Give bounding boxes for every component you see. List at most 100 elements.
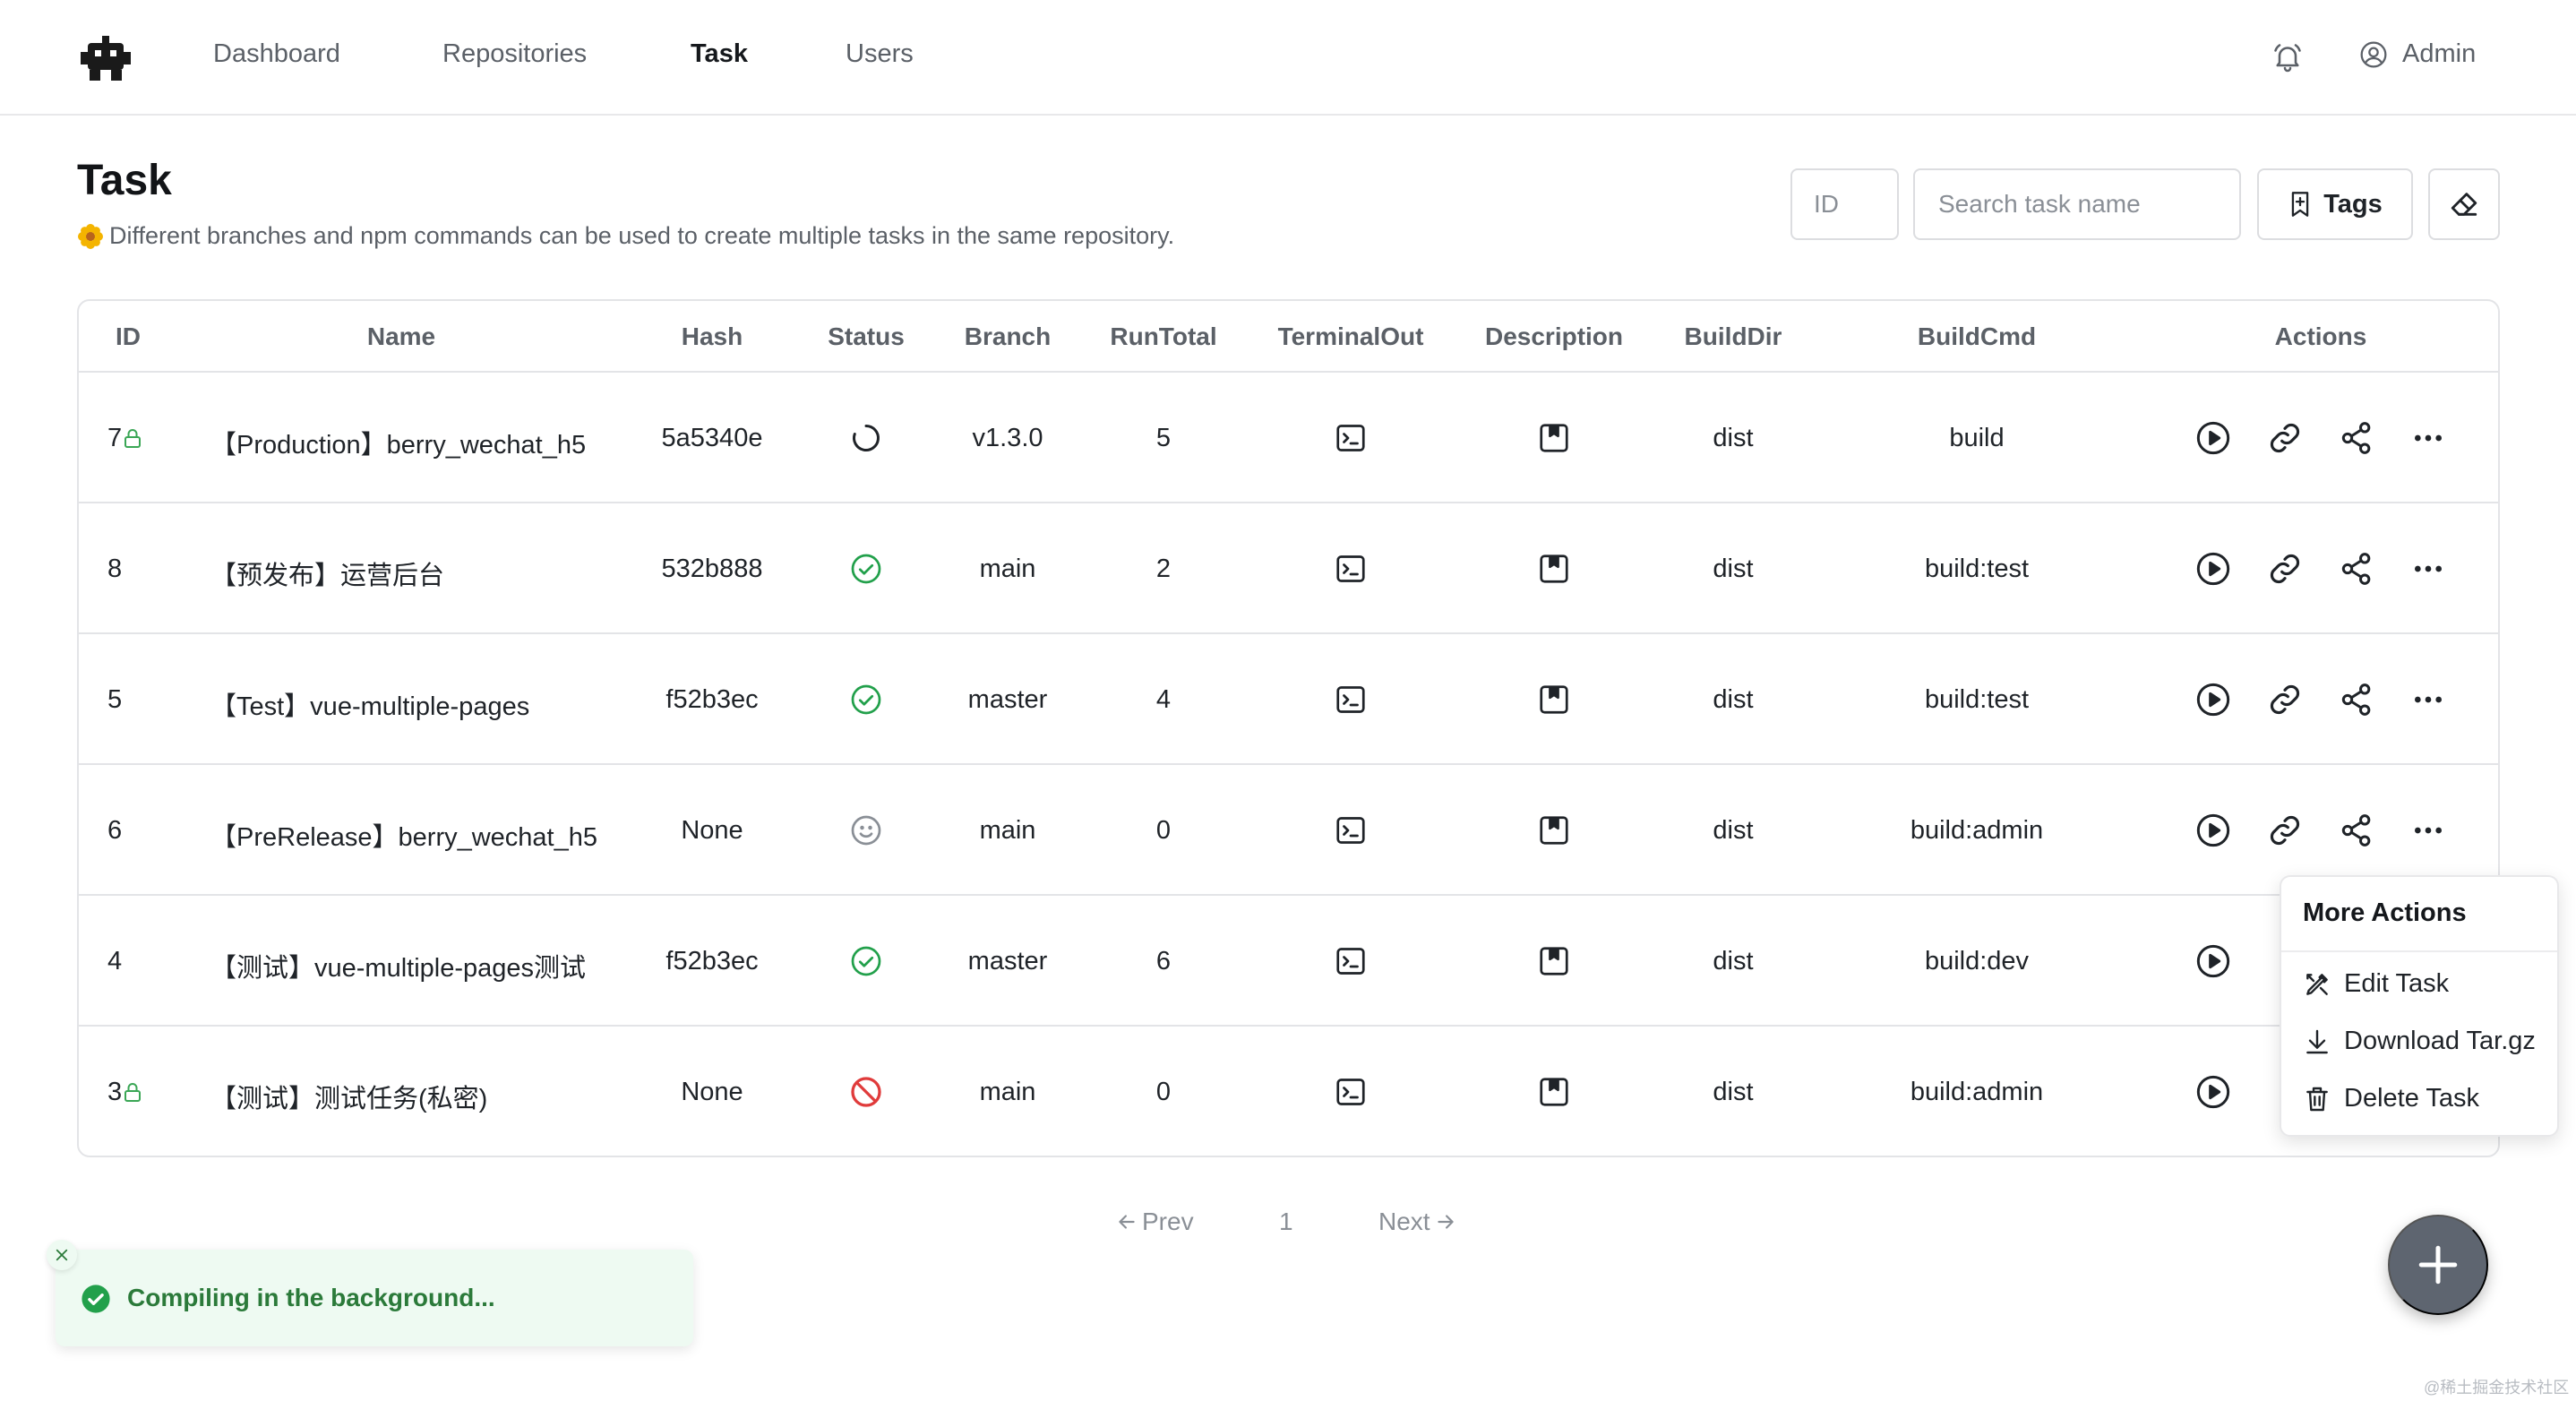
- run-task-button[interactable]: [2195, 1074, 2231, 1110]
- more-actions-button[interactable]: [2410, 551, 2446, 587]
- id-filter-input[interactable]: [1790, 168, 1899, 240]
- task-name[interactable]: 【Production】berry_wechat_h5: [210, 424, 586, 461]
- share-button[interactable]: [2339, 551, 2374, 587]
- status-indicator: [850, 553, 882, 585]
- more-actions-button[interactable]: [2410, 420, 2446, 456]
- col-hash: Hash: [681, 322, 743, 350]
- clear-filters-button[interactable]: [2428, 168, 2500, 240]
- run-task-button[interactable]: [2195, 943, 2231, 979]
- copy-link-button[interactable]: [2267, 551, 2303, 587]
- menu-item-download-tar[interactable]: Download Tar.gz: [2303, 1027, 2536, 1056]
- link-icon: [2270, 423, 2300, 453]
- page-subtitle: Different branches and npm commands can …: [77, 222, 1174, 250]
- flower-icon: [78, 223, 103, 249]
- copy-link-button[interactable]: [2267, 812, 2303, 848]
- add-task-button[interactable]: [2388, 1215, 2488, 1315]
- task-build-cmd: build:test: [1924, 554, 2030, 583]
- terminal-out-button[interactable]: [1335, 945, 1367, 977]
- task-build-dir: dist: [1713, 424, 1754, 452]
- link-icon: [2270, 554, 2300, 584]
- share-button[interactable]: [2339, 812, 2374, 848]
- next-page-button[interactable]: Next: [1378, 1208, 1457, 1236]
- task-build-dir: dist: [1713, 816, 1754, 845]
- page-number[interactable]: 1: [1279, 1208, 1293, 1236]
- task-name-search-input[interactable]: [1913, 168, 2241, 240]
- share-icon: [2341, 553, 2371, 585]
- task-name[interactable]: 【PreRelease】berry_wechat_h5: [210, 816, 597, 854]
- task-name[interactable]: 【预发布】运营后台: [210, 554, 444, 592]
- link-icon: [2270, 815, 2300, 846]
- terminal-out-button[interactable]: [1335, 683, 1367, 716]
- run-task-button[interactable]: [2195, 682, 2231, 718]
- tags-button[interactable]: Tags: [2257, 168, 2413, 240]
- table-row: 7 【Production】berry_wechat_h5 5a5340e v1.3.…: [79, 373, 2498, 503]
- toast-close-button[interactable]: [47, 1240, 77, 1270]
- task-branch: v1.3.0: [972, 424, 1043, 452]
- check-circle-icon: [851, 946, 881, 976]
- bookmark-box-icon: [1540, 816, 1568, 845]
- task-name[interactable]: 【测试】测试任务(私密): [210, 1078, 487, 1115]
- menu-item-edit-task[interactable]: Edit Task: [2303, 969, 2449, 999]
- more-horizontal-icon: [2415, 565, 2442, 572]
- robot-logo-icon[interactable]: [81, 36, 131, 81]
- terminal-out-button[interactable]: [1335, 814, 1367, 847]
- terminal-out-button[interactable]: [1335, 422, 1367, 454]
- bookmark-box-icon: [1540, 685, 1568, 714]
- menu-item-delete-task[interactable]: Delete Task: [2303, 1084, 2479, 1113]
- copy-link-button[interactable]: [2267, 420, 2303, 456]
- toast-notification: Compiling in the background...: [56, 1250, 693, 1346]
- task-id: 6: [107, 816, 123, 845]
- col-runtotal: RunTotal: [1110, 322, 1217, 350]
- more-actions-title: More Actions: [2303, 898, 2467, 927]
- task-hash: 5a5340e: [661, 424, 763, 452]
- bell-icon[interactable]: [2271, 41, 2304, 73]
- task-name[interactable]: 【测试】vue-multiple-pages测试: [210, 947, 586, 984]
- more-actions-button[interactable]: [2410, 812, 2446, 848]
- status-indicator: [850, 945, 882, 977]
- terminal-out-button[interactable]: [1335, 553, 1367, 585]
- terminal-out-button[interactable]: [1335, 1076, 1367, 1108]
- table-row: 8 【预发布】运营后台 532b888 main 2 dist build:test: [79, 503, 2498, 634]
- copy-link-button[interactable]: [2267, 682, 2303, 718]
- prev-page-button[interactable]: Prev: [1115, 1208, 1194, 1236]
- toast-message: Compiling in the background...: [127, 1284, 495, 1311]
- task-build-cmd: build:dev: [1924, 947, 2030, 976]
- share-button[interactable]: [2339, 682, 2374, 718]
- bookmark-box-icon: [1540, 1078, 1568, 1106]
- run-task-button[interactable]: [2195, 420, 2231, 456]
- nav-users[interactable]: Users: [846, 39, 914, 69]
- check-circle-icon: [82, 1285, 110, 1313]
- task-branch: main: [979, 816, 1036, 845]
- description-button[interactable]: [1538, 945, 1570, 977]
- task-hash: f52b3ec: [665, 947, 759, 976]
- task-name[interactable]: 【Test】vue-multiple-pages: [210, 685, 529, 723]
- nav-task[interactable]: Task: [691, 39, 748, 69]
- description-button[interactable]: [1538, 683, 1570, 716]
- play-circle-icon: [2196, 683, 2230, 717]
- run-task-button[interactable]: [2195, 551, 2231, 587]
- table-row: 5 【Test】vue-multiple-pages f52b3ec master 4 d…: [79, 634, 2498, 765]
- task-table: ID Name Hash Status Branch RunTotal Term…: [77, 299, 2500, 1157]
- menu-divider: [2281, 950, 2557, 952]
- table-row: 3 【测试】测试任务(私密) None main 0 dist build:admin: [79, 1027, 2498, 1156]
- terminal-icon: [1336, 555, 1365, 582]
- share-button[interactable]: [2339, 420, 2374, 456]
- task-id: 3: [107, 1078, 142, 1107]
- description-button[interactable]: [1538, 1076, 1570, 1108]
- user-menu[interactable]: Admin: [2359, 39, 2476, 69]
- play-circle-icon: [2196, 944, 2230, 978]
- task-branch: main: [979, 554, 1036, 583]
- description-button[interactable]: [1538, 814, 1570, 847]
- description-button[interactable]: [1538, 553, 1570, 585]
- nav-dashboard[interactable]: Dashboard: [213, 39, 340, 69]
- task-hash: None: [681, 1078, 743, 1106]
- task-branch: master: [967, 947, 1048, 976]
- nav-repositories[interactable]: Repositories: [442, 39, 587, 69]
- status-indicator: [850, 814, 882, 847]
- col-status: Status: [828, 322, 905, 350]
- description-button[interactable]: [1538, 422, 1570, 454]
- status-indicator: [850, 683, 882, 716]
- more-actions-button[interactable]: [2410, 682, 2446, 718]
- task-branch: master: [967, 685, 1048, 714]
- run-task-button[interactable]: [2195, 812, 2231, 848]
